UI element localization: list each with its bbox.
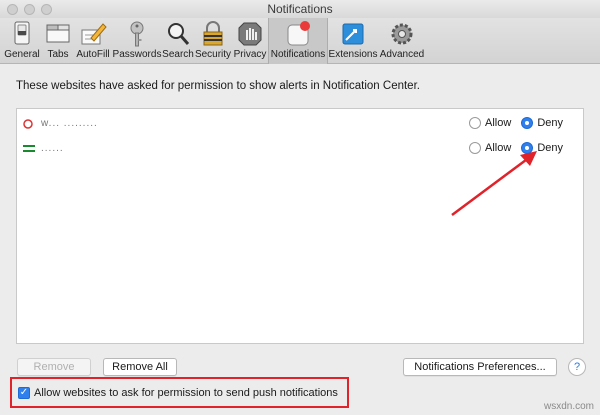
list-item[interactable]: w... ......... Allow Deny bbox=[17, 113, 583, 135]
hand-icon bbox=[235, 20, 265, 48]
allow-push-label: Allow websites to ask for permission to … bbox=[34, 387, 338, 399]
permission-radio-group: Allow Deny bbox=[469, 142, 573, 154]
website-favicon-icon bbox=[23, 119, 35, 129]
magnifier-icon bbox=[163, 20, 193, 48]
push-permission-highlight: ✓ Allow websites to ask for permission t… bbox=[10, 377, 349, 408]
deny-label: Deny bbox=[537, 117, 563, 129]
website-list[interactable]: w... ......... Allow Deny ...... Allow D… bbox=[16, 108, 584, 344]
tab-advanced[interactable]: Advanced bbox=[378, 18, 426, 64]
website-favicon-icon bbox=[23, 144, 35, 154]
preferences-toolbar: General Tabs AutoFill Passwords Search S… bbox=[0, 18, 600, 64]
window-title: Notifications bbox=[267, 2, 333, 16]
remove-button[interactable]: Remove bbox=[17, 358, 91, 376]
puzzle-icon bbox=[338, 20, 368, 48]
padlock-icon bbox=[198, 20, 228, 48]
tab-autofill[interactable]: AutoFill bbox=[74, 18, 112, 64]
tab-extensions[interactable]: Extensions bbox=[328, 18, 378, 64]
notifications-badge-icon bbox=[283, 20, 313, 48]
key-icon bbox=[122, 20, 152, 48]
deny-radio[interactable] bbox=[521, 142, 534, 154]
permission-radio-group: Allow Deny bbox=[469, 117, 573, 129]
help-button[interactable]: ? bbox=[568, 358, 586, 376]
autofill-pencil-icon bbox=[78, 20, 108, 48]
safari-preferences-window: Notifications General Tabs AutoFill Pass… bbox=[0, 0, 600, 415]
gear-icon bbox=[387, 20, 417, 48]
list-item[interactable]: ...... Allow Deny bbox=[17, 138, 583, 160]
allow-radio[interactable] bbox=[469, 117, 482, 129]
tab-general[interactable]: General bbox=[2, 18, 42, 64]
watermark: wsxdn.com bbox=[543, 401, 594, 412]
allow-label: Allow bbox=[485, 142, 512, 154]
tab-tabs[interactable]: Tabs bbox=[42, 18, 74, 64]
tabs-icon bbox=[43, 20, 73, 48]
permission-description: These websites have asked for permission… bbox=[16, 80, 420, 92]
tab-privacy[interactable]: Privacy bbox=[232, 18, 268, 64]
website-name: ...... bbox=[41, 143, 64, 154]
deny-label: Deny bbox=[537, 142, 563, 154]
tab-notifications[interactable]: Notifications bbox=[268, 18, 328, 64]
allow-radio[interactable] bbox=[469, 142, 482, 154]
deny-radio[interactable] bbox=[521, 117, 534, 129]
tab-passwords[interactable]: Passwords bbox=[112, 18, 162, 64]
general-switch-icon bbox=[7, 20, 37, 48]
allow-label: Allow bbox=[485, 117, 512, 129]
tab-security[interactable]: Security bbox=[194, 18, 232, 64]
notifications-preferences-button[interactable]: Notifications Preferences... bbox=[403, 358, 557, 376]
tab-search[interactable]: Search bbox=[162, 18, 194, 64]
website-name: w... ......... bbox=[41, 118, 98, 129]
allow-push-checkbox[interactable]: ✓ bbox=[18, 387, 30, 399]
title-bar: Notifications bbox=[0, 0, 600, 18]
remove-all-button[interactable]: Remove All bbox=[103, 358, 177, 376]
